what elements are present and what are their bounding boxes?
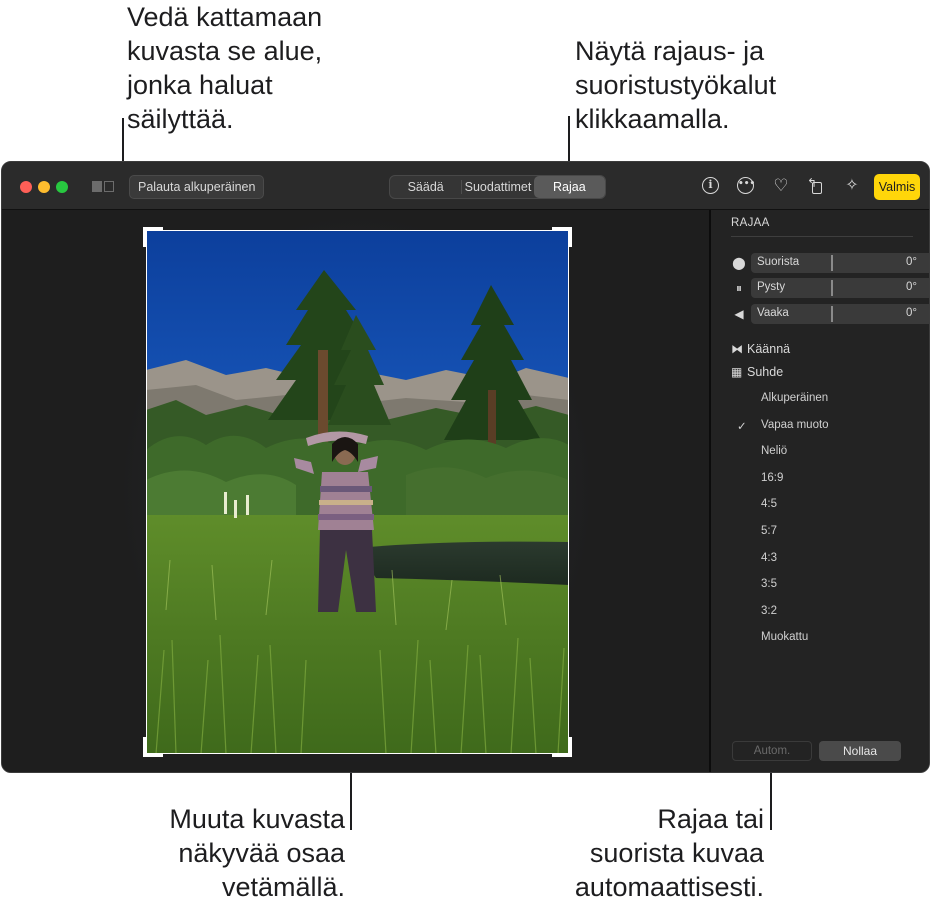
photo-canvas [2, 210, 709, 772]
sidebar-divider [731, 236, 913, 237]
callout-line: näkyvää osaa [178, 838, 345, 868]
ratio-square[interactable]: Neliö [761, 445, 787, 457]
more-icon[interactable]: ••• [736, 176, 756, 196]
magic-wand-icon[interactable]: ✧ [842, 176, 862, 196]
aspect-icon: ▦ [731, 365, 743, 379]
ratio-original[interactable]: Alkuperäinen [761, 392, 828, 404]
slider-label: Vaaka [757, 307, 789, 319]
callout-line: jonka haluat [127, 70, 273, 100]
callout-drag-area: Vedä kattamaan kuvasta se alue, jonka ha… [127, 0, 322, 136]
callout-show-tools: Näytä rajaus- ja suoristustyökalut klikk… [575, 34, 776, 136]
callout-line: kuvasta se alue, [127, 36, 323, 66]
crop-handle-top-right[interactable] [552, 227, 572, 247]
crop-frame[interactable] [146, 230, 569, 754]
compare-icon[interactable] [92, 181, 116, 193]
ratio-3-2[interactable]: 3:2 [761, 605, 777, 617]
callout-line: suoristustyökalut [575, 70, 777, 100]
auto-button[interactable]: Autom. [732, 741, 812, 761]
flip-label: Käännä [747, 342, 791, 356]
crop-handle-bottom-right[interactable] [552, 737, 572, 757]
tab-filters[interactable]: Suodattimet [462, 176, 533, 198]
ratio-5-7[interactable]: 5:7 [761, 525, 777, 537]
horizontal-slider[interactable]: ◀ Vaaka 0° [731, 304, 929, 324]
callout-line: Rajaa tai [657, 804, 764, 834]
slider-value: 0° [906, 281, 917, 293]
checkmark-icon: ✓ [737, 421, 747, 433]
crop-handle-bottom-left[interactable] [143, 737, 163, 757]
callout-line: automaattisesti. [574, 872, 764, 902]
minimize-button[interactable] [38, 181, 50, 193]
horizontal-icon: ◀ [734, 307, 744, 321]
callout-line: säilyttää. [127, 104, 234, 134]
rotate-icon[interactable]: ↰ [806, 176, 826, 196]
ratio-custom[interactable]: Muokattu [761, 631, 808, 643]
slider-center-tick [831, 306, 833, 322]
slider-value: 0° [906, 307, 917, 319]
callout-auto: Rajaa tai suorista kuvaa automaattisesti… [540, 802, 764, 904]
callout-line: vetämällä. [221, 872, 345, 902]
ratio-4-3[interactable]: 4:3 [761, 552, 777, 564]
done-button[interactable]: Valmis [874, 174, 920, 200]
slider-value: 0° [906, 256, 917, 268]
vertical-slider[interactable]: ⏸ Pysty 0° [731, 278, 929, 298]
ratio-16-9[interactable]: 16:9 [761, 472, 783, 484]
heart-icon[interactable]: ♡ [771, 176, 791, 196]
crop-sidebar: RAJAA ⬤ Suorista 0° ⏸ Pysty 0° ◀ Vaaka 0… [709, 210, 929, 772]
straighten-slider[interactable]: ⬤ Suorista 0° [731, 253, 929, 273]
toolbar: Palauta alkuperäinen Säädä Suodattimet R… [2, 162, 929, 210]
tab-crop[interactable]: Rajaa [533, 176, 605, 198]
reset-button[interactable]: Nollaa [819, 741, 901, 761]
aspect-label: Suhde [747, 365, 784, 379]
zoom-button[interactable] [56, 181, 68, 193]
callout-line: Näytä rajaus- ja [575, 36, 765, 66]
revert-to-original-button[interactable]: Palauta alkuperäinen [129, 175, 265, 199]
flip-button[interactable]: ⧓ Käännä [731, 342, 790, 356]
callout-move-view: Muuta kuvasta näkyvää osaa vetämällä. [140, 802, 345, 904]
sidebar-title: RAJAA [731, 217, 770, 229]
flip-icon: ⧓ [731, 342, 743, 356]
callout-line: Vedä kattamaan [127, 2, 323, 32]
slider-center-tick [831, 280, 833, 296]
ratio-3-5[interactable]: 3:5 [761, 578, 777, 590]
photos-window: Palauta alkuperäinen Säädä Suodattimet R… [1, 161, 930, 773]
ratio-freeform[interactable]: Vapaa muoto [761, 419, 829, 431]
close-button[interactable] [20, 181, 32, 193]
crop-handle-top-left[interactable] [143, 227, 163, 247]
ratio-4-5[interactable]: 4:5 [761, 498, 777, 510]
edit-mode-tabs: Säädä Suodattimet Rajaa [389, 175, 606, 199]
straighten-icon: ⬤ [732, 256, 746, 270]
slider-label: Suorista [757, 256, 800, 268]
slider-center-tick [831, 255, 833, 271]
info-icon[interactable]: i [701, 176, 721, 196]
callout-line: Muuta kuvasta [169, 804, 345, 834]
callout-line: suorista kuvaa [589, 838, 764, 868]
slider-label: Pysty [757, 281, 786, 293]
tab-adjust[interactable]: Säädä [390, 176, 461, 198]
aspect-menu[interactable]: ▦ Suhde [731, 365, 783, 379]
vertical-icon: ⏸ [735, 281, 742, 295]
callout-line: klikkaamalla. [575, 104, 730, 134]
